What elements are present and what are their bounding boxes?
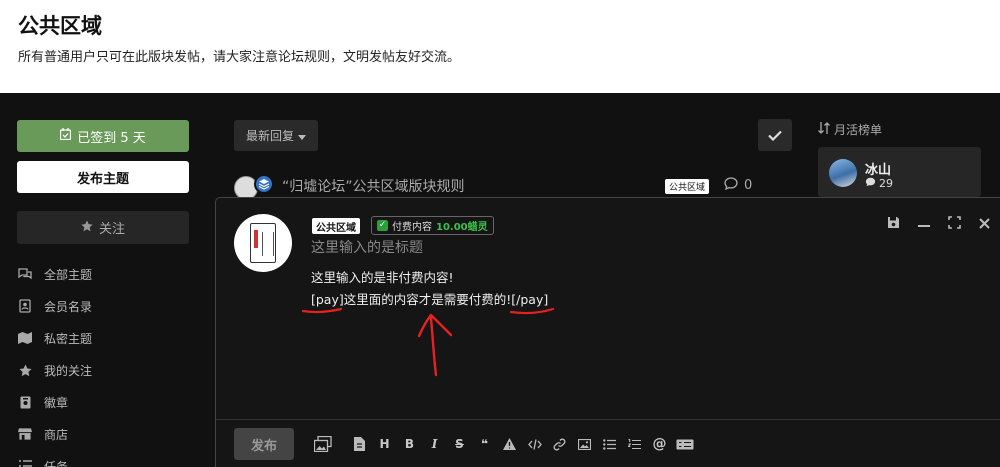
- comment-icon: [724, 177, 738, 194]
- checkin-button[interactable]: 已签到 5 天: [17, 120, 189, 152]
- composer-tag[interactable]: 公共区域: [312, 218, 360, 234]
- bullet-list-icon[interactable]: [597, 434, 622, 454]
- pay-content: 这里面的内容才是需要付费的!: [343, 292, 512, 307]
- minimize-icon[interactable]: [918, 217, 930, 233]
- sidebar-item-label: 我的关注: [44, 363, 93, 378]
- page-title: 公共区域: [18, 14, 102, 38]
- sidebar-item-label: 任务: [44, 459, 69, 467]
- reply-count: 0: [724, 177, 752, 194]
- money-icon[interactable]: [672, 434, 697, 454]
- paid-content-label: 付费内容: [392, 222, 432, 233]
- file-icon[interactable]: [347, 434, 372, 454]
- table-row[interactable]: “归墟论坛”公共区域版块规则 公共区域 0: [234, 173, 794, 200]
- comments-icon: [18, 267, 32, 281]
- body-line-1: 这里输入的是非付费内容!: [311, 270, 454, 285]
- layers-icon: [254, 174, 274, 194]
- link-icon[interactable]: [547, 434, 572, 454]
- rank-heading-label: 月活榜单: [834, 123, 883, 137]
- fullscreen-icon[interactable]: [948, 216, 961, 233]
- rank-user-name[interactable]: 冰山: [865, 159, 891, 178]
- pay-close-tag: [/pay]: [511, 292, 549, 307]
- image-icon[interactable]: [572, 434, 597, 454]
- mention-icon[interactable]: @: [647, 434, 672, 454]
- quote-button[interactable]: ❝: [472, 434, 497, 454]
- sidebar-item-label: 会员名录: [44, 299, 93, 314]
- sort-dropdown[interactable]: 最新回复: [234, 120, 318, 151]
- title-input[interactable]: 这里输入的是标题: [311, 237, 423, 257]
- format-toolbar: H B I S ❝ @: [310, 434, 697, 454]
- calendar-check-icon: [60, 128, 72, 144]
- star-icon: [81, 220, 93, 236]
- follow-button[interactable]: 关注: [17, 211, 189, 244]
- submit-button[interactable]: 发布: [234, 428, 294, 460]
- address-book-icon: [18, 299, 32, 313]
- paid-content-toggle[interactable]: ✓ 付费内容 10.00蜡灵: [371, 216, 494, 235]
- checkin-label: 已签到 5 天: [77, 130, 146, 146]
- composer-panel: 公共区域 ✓ 付费内容 10.00蜡灵 这里输入的是标题 这里输入的是非付费内容…: [215, 197, 1000, 467]
- bold-button[interactable]: B: [397, 434, 422, 454]
- rank-heading: 月活榜单: [818, 121, 882, 138]
- reply-count-value: 0: [744, 178, 753, 193]
- sort-arrows-icon: [818, 122, 830, 137]
- badge-icon: [18, 395, 32, 409]
- composer-divider: [216, 419, 1000, 420]
- body-line-2: [pay]这里面的内容才是需要付费的![/pay]: [311, 289, 548, 311]
- code-icon[interactable]: [522, 434, 547, 454]
- page-description: 所有普通用户只可在此版块发帖，请大家注意论坛规则，文明发帖友好交流。: [18, 50, 461, 65]
- map-icon: [18, 331, 32, 345]
- thread-title[interactable]: “归墟论坛”公共区域版块规则: [282, 176, 465, 196]
- sidebar-item-private-topics[interactable]: 私密主题: [18, 322, 198, 354]
- rank-user-count-value: 29: [879, 177, 893, 190]
- images-icon[interactable]: [310, 434, 335, 454]
- warning-icon[interactable]: [497, 434, 522, 454]
- sidebar-item-all-topics[interactable]: 全部主题: [18, 258, 198, 290]
- post-topic-button[interactable]: 发布主题: [17, 161, 189, 193]
- comment-icon: [865, 177, 876, 190]
- sidebar-item-tasks[interactable]: 任务: [18, 450, 198, 467]
- rank-user-card[interactable]: 冰山 29: [818, 147, 981, 197]
- italic-button[interactable]: I: [422, 434, 447, 454]
- sidebar-nav: 全部主题 会员名录 私密主题 我的关注 徽章 商店 任务: [18, 258, 198, 467]
- list-icon: [18, 459, 32, 467]
- checkbox-checked-icon: ✓: [377, 220, 388, 231]
- check-icon: [768, 126, 782, 145]
- sidebar-item-label: 私密主题: [44, 331, 93, 346]
- paid-content-amount: 10.00蜡灵: [436, 222, 488, 233]
- rank-user-count: 29: [865, 177, 893, 190]
- sort-label: 最新回复: [245, 129, 294, 143]
- save-icon[interactable]: [887, 216, 900, 233]
- star-icon: [18, 363, 32, 377]
- strikethrough-button[interactable]: S: [447, 434, 472, 454]
- avatar: [234, 214, 292, 272]
- avatar[interactable]: [829, 159, 857, 187]
- pay-open-tag: [pay]: [311, 292, 344, 307]
- content-editor[interactable]: 这里输入的是非付费内容! [pay]这里面的内容才是需要付费的![/pay]: [311, 267, 548, 311]
- mark-read-button[interactable]: [758, 119, 792, 151]
- forum-hero: 公共区域 所有普通用户只可在此版块发帖，请大家注意论坛规则，文明发帖友好交流。: [0, 0, 1000, 93]
- sidebar-item-label: 商店: [44, 427, 69, 442]
- heading-button[interactable]: H: [372, 434, 397, 454]
- sidebar-item-store[interactable]: 商店: [18, 418, 198, 450]
- sidebar-item-badges[interactable]: 徽章: [18, 386, 198, 418]
- sidebar-item-label: 全部主题: [44, 267, 93, 282]
- store-icon: [18, 427, 32, 441]
- close-icon[interactable]: [979, 217, 990, 233]
- caret-down-icon: [298, 129, 306, 143]
- follow-label: 关注: [98, 222, 125, 237]
- sidebar-item-members[interactable]: 会员名录: [18, 290, 198, 322]
- thread-tag[interactable]: 公共区域: [665, 179, 710, 194]
- sidebar-item-my-follows[interactable]: 我的关注: [18, 354, 198, 386]
- ordered-list-icon[interactable]: [622, 434, 647, 454]
- composer-window-controls: [887, 216, 990, 233]
- sidebar-item-label: 徽章: [44, 395, 69, 410]
- avatar-logo: [250, 223, 276, 263]
